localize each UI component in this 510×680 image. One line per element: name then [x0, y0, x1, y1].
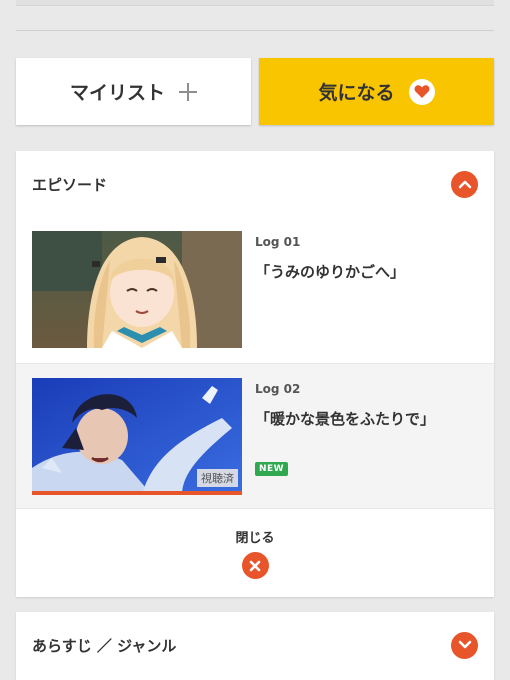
plus-icon — [179, 82, 197, 101]
episode-row[interactable]: Log 01 「うみのゆりかごへ」 — [16, 217, 494, 363]
previous-section-edge — [16, 0, 494, 6]
episode-number: Log 02 — [255, 382, 301, 396]
episodes-header[interactable]: エピソード — [16, 151, 494, 217]
mylist-label: マイリスト — [69, 82, 165, 104]
synopsis-panel[interactable]: あらすじ ／ ジャンル — [16, 612, 494, 680]
kininaru-label: 気になる — [318, 82, 395, 104]
episodes-panel: エピソード Log 01 「うみのゆりかごへ」 視聴済 Log 02 「暖かな景… — [16, 151, 494, 597]
close-episodes-button[interactable]: 閉じる — [16, 509, 494, 597]
synopsis-title: あらすじ ／ ジャンル — [32, 636, 177, 655]
new-badge: NEW — [255, 462, 289, 476]
kininaru-button[interactable]: 気になる — [259, 58, 494, 125]
episode-title: 「うみのゆりかごへ」 — [255, 263, 406, 281]
synopsis-header[interactable]: あらすじ ／ ジャンル — [16, 612, 494, 678]
episode-thumbnail — [32, 231, 242, 348]
episode-info: Log 02 「暖かな景色をふたりで」 NEW — [255, 382, 484, 476]
episode-number: Log 01 — [255, 235, 301, 249]
episode-thumbnail: 視聴済 — [32, 378, 242, 495]
episode-row[interactable]: 視聴済 Log 02 「暖かな景色をふたりで」 NEW — [16, 363, 494, 509]
section-divider — [16, 30, 494, 31]
close-label: 閉じる — [235, 531, 275, 546]
episodes-title: エピソード — [32, 175, 108, 194]
chevron-up-icon[interactable] — [451, 170, 478, 198]
episode-info: Log 01 「うみのゆりかごへ」 — [255, 235, 484, 282]
action-buttons: マイリスト 気になる — [16, 58, 494, 125]
mylist-button[interactable]: マイリスト — [16, 58, 251, 125]
episode-title: 「暖かな景色をふたりで」 — [255, 410, 436, 428]
watched-badge: 視聴済 — [197, 469, 238, 487]
heart-icon — [408, 78, 435, 105]
close-icon[interactable] — [241, 552, 269, 579]
watch-progress-bar — [32, 491, 242, 495]
chevron-down-icon[interactable] — [451, 631, 478, 659]
